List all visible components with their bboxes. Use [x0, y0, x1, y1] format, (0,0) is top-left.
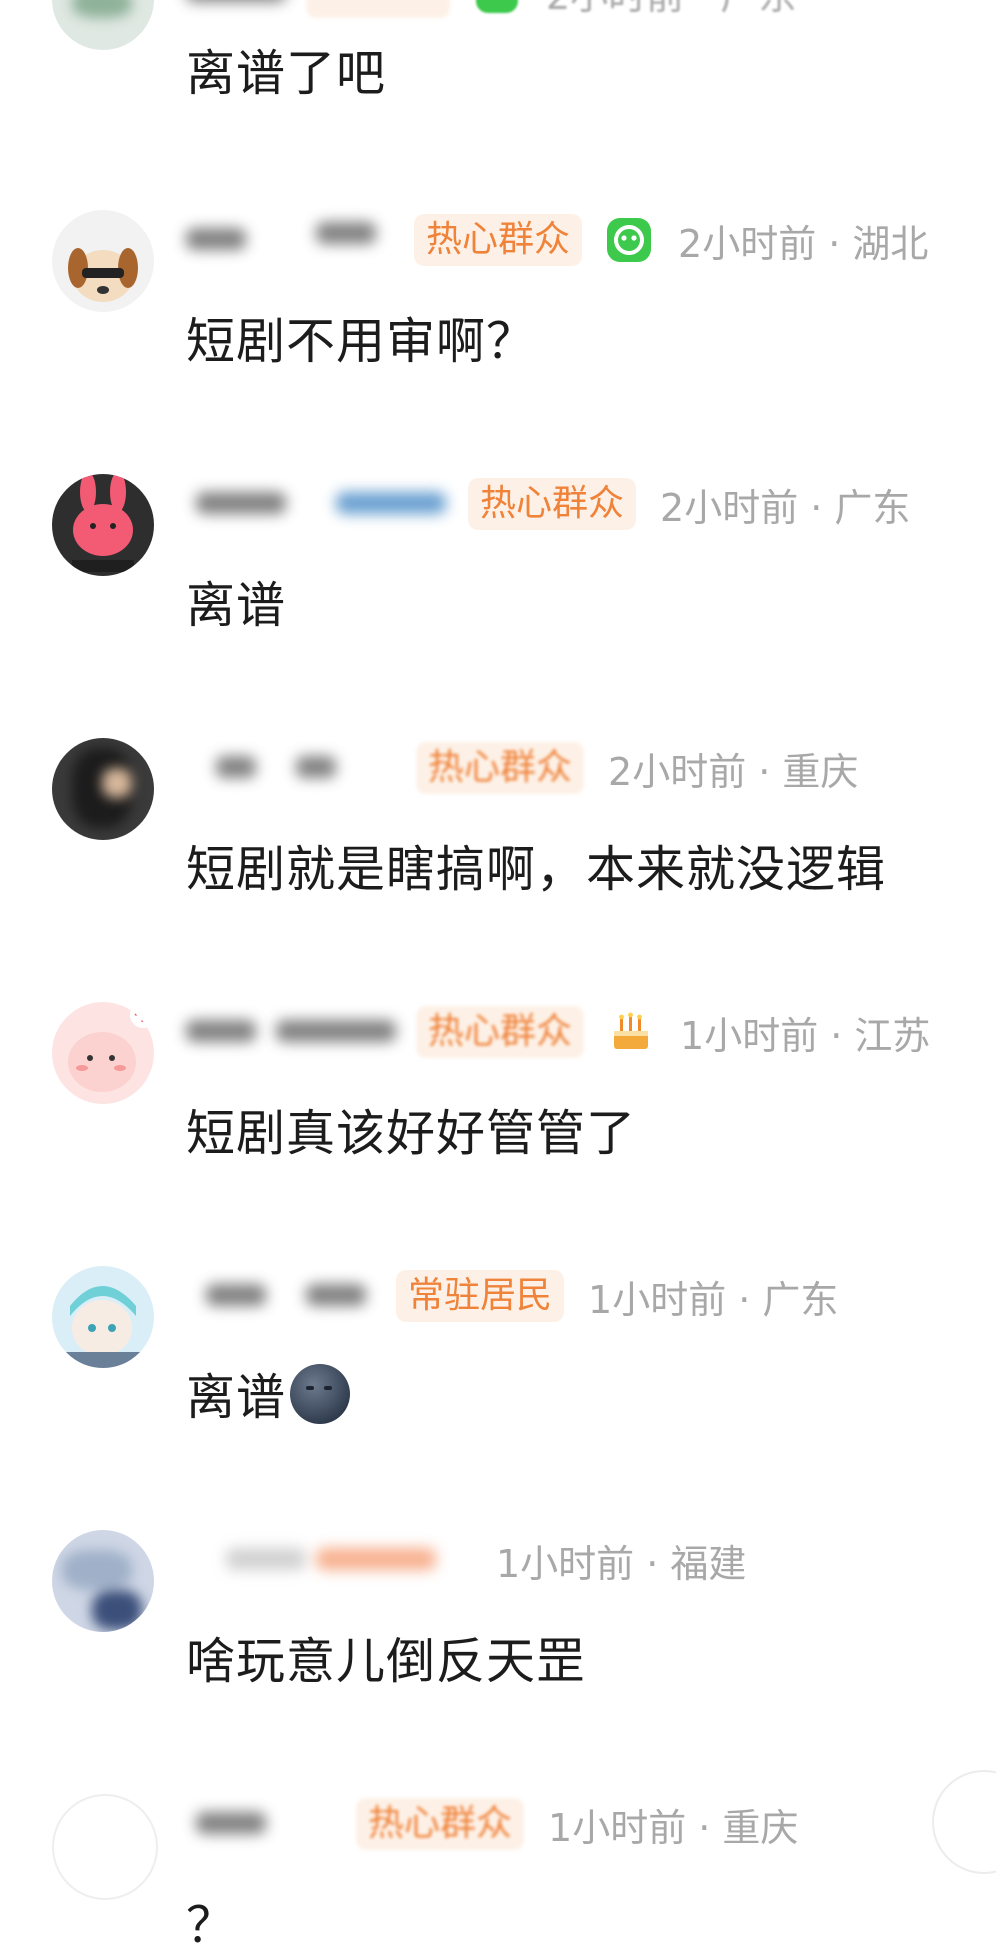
user-nickname[interactable] — [186, 746, 406, 790]
comment-text: 离谱 — [186, 577, 287, 634]
comment-text: 离谱了吧 — [186, 45, 387, 102]
comment-text: 短剧真该好好管管了 — [186, 1105, 637, 1162]
user-nickname[interactable] — [186, 1010, 406, 1054]
birthday-cake-icon — [608, 1009, 654, 1055]
user-nickname[interactable] — [186, 1802, 346, 1846]
comment-meta: 2小时前 · 广东 — [186, 0, 796, 22]
comment-time-location: 1小时前 · 江苏 — [680, 1013, 931, 1058]
avatar[interactable] — [52, 474, 154, 576]
user-nickname[interactable] — [186, 1274, 386, 1318]
comment-time-location: 1小时前 · 福建 — [496, 1541, 747, 1586]
avatar[interactable] — [52, 210, 154, 312]
floating-action-button[interactable] — [932, 1770, 996, 1874]
comment-time-location: 2小时前 · 湖北 — [678, 221, 929, 266]
green-chat-badge-icon — [474, 0, 520, 15]
user-nickname[interactable] — [186, 482, 458, 526]
avatar[interactable] — [52, 1266, 154, 1368]
user-tag: 热心群众 — [416, 742, 585, 794]
comment-meta: 热心群众 2小时前 · 重庆 — [186, 738, 858, 798]
avatar[interactable] — [52, 1530, 154, 1632]
new-moon-face-emoji — [290, 1364, 351, 1424]
comment-meta: 热心群众 2小时前 · 广东 — [186, 474, 910, 534]
comment-text: 短剧就是瞎搞啊，本来就没逻辑 — [186, 841, 887, 898]
comment-time-location: 1小时前 · 广东 — [588, 1277, 839, 1322]
user-nickname[interactable] — [186, 1538, 486, 1582]
avatar[interactable]: + — [52, 1002, 154, 1104]
avatar[interactable] — [52, 1794, 158, 1900]
green-chat-badge-icon — [606, 217, 652, 263]
comment-text: 啥玩意儿倒反天罡 — [186, 1633, 587, 1690]
user-nickname[interactable] — [186, 0, 296, 14]
comment-meta: 热心群众 1小时前 · 江苏 — [186, 1002, 930, 1062]
pink-rabbit-avatar-icon — [72, 474, 134, 572]
comment-meta: 1小时前 · 福建 — [186, 1530, 746, 1590]
avatar[interactable] — [52, 0, 154, 50]
user-tag: 热心群众 — [356, 1798, 525, 1850]
comment-meta: 热心群众 1小时前 · 重庆 — [186, 1794, 798, 1854]
avatar[interactable] — [52, 738, 154, 840]
user-tag: 热心群众 — [416, 1006, 585, 1058]
user-tag: 热心群众 — [414, 214, 583, 266]
follow-plus-icon[interactable]: + — [130, 1002, 154, 1028]
comment-text: ？ — [186, 1897, 237, 1954]
comment-text: 离谱 — [186, 1358, 351, 1429]
dog-avatar-icon — [68, 248, 138, 302]
comment-time-location: 2小时前 · 广东 — [546, 0, 796, 20]
comment-time-location: 1小时前 · 重庆 — [548, 1805, 799, 1850]
comment-meta: 常驻居民 1小时前 · 广东 — [186, 1266, 838, 1326]
comment-time-location: 2小时前 · 重庆 — [608, 749, 859, 794]
comment-text: 短剧不用审啊？ — [186, 313, 537, 370]
comment-text-body: 离谱 — [186, 1369, 287, 1426]
anime-girl-avatar-icon — [52, 1286, 154, 1368]
user-tag — [306, 0, 450, 18]
user-nickname[interactable] — [186, 218, 404, 262]
comment-time-location: 2小时前 · 广东 — [660, 485, 911, 530]
user-tag: 热心群众 — [468, 478, 637, 530]
user-tag: 常驻居民 — [396, 1270, 565, 1322]
comment-meta: 热心群众 2小时前 · 湖北 — [186, 210, 928, 270]
